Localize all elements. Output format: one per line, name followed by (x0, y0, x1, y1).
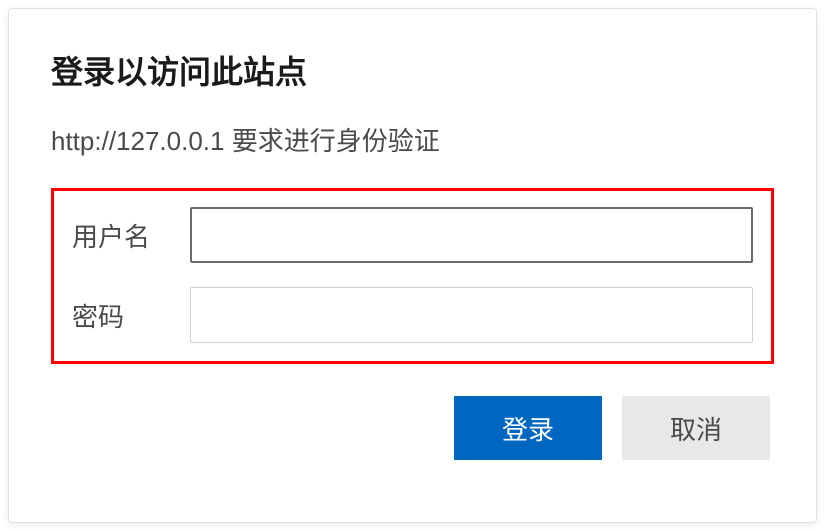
cancel-button[interactable]: 取消 (622, 396, 770, 460)
button-row: 登录 取消 (51, 396, 774, 460)
dialog-title: 登录以访问此站点 (51, 47, 774, 93)
password-row: 密码 (72, 287, 753, 343)
password-input[interactable] (190, 287, 753, 343)
username-label: 用户名 (72, 217, 190, 254)
login-button[interactable]: 登录 (454, 396, 602, 460)
dialog-subtitle: http://127.0.0.1 要求进行身份验证 (51, 121, 774, 158)
auth-dialog: 登录以访问此站点 http://127.0.0.1 要求进行身份验证 用户名 密… (8, 8, 817, 523)
username-row: 用户名 (72, 207, 753, 263)
username-input[interactable] (190, 207, 753, 263)
password-label: 密码 (72, 297, 190, 334)
fields-highlight-box: 用户名 密码 (51, 188, 774, 364)
